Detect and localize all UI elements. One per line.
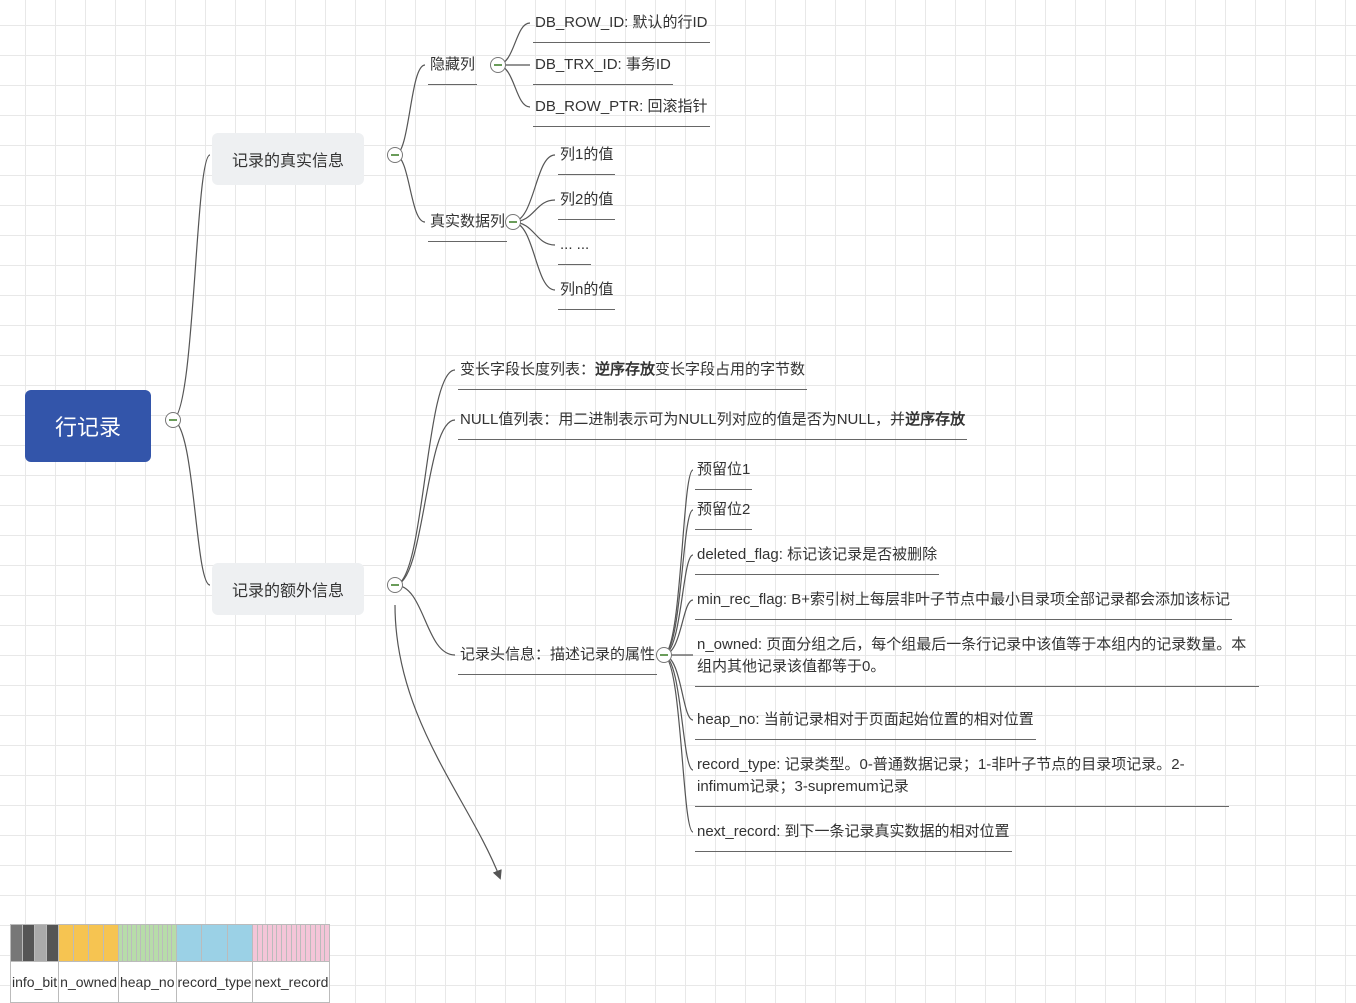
bit-cell <box>325 925 330 962</box>
leaf: 预留位2 <box>695 493 752 530</box>
toggle-icon[interactable] <box>387 577 403 593</box>
label-n-owned: n_owned <box>59 962 119 1003</box>
bit-cell <box>104 925 119 962</box>
node-real-info[interactable]: 记录的真实信息 <box>212 133 364 185</box>
toggle-icon[interactable] <box>165 412 181 428</box>
leaf: DB_TRX_ID: 事务ID <box>533 48 673 85</box>
label-info-bit: info_bit <box>11 962 59 1003</box>
bit-cell <box>176 925 202 962</box>
bit-cell <box>202 925 228 962</box>
leaf: ... ... <box>558 228 591 265</box>
leaf-nulllist: NULL值列表：用二进制表示可为NULL列对应的值是否为NULL，并逆序存放 <box>458 403 967 440</box>
bit-cell <box>11 925 23 962</box>
bit-cell <box>89 925 104 962</box>
leaf: n_owned: 页面分组之后，每个组最后一条行记录中该值等于本组内的记录数量。… <box>695 628 1259 687</box>
node-record-header[interactable]: 记录头信息：描述记录的属性 <box>458 638 657 675</box>
node-hidden-cols[interactable]: 隐藏列 <box>428 48 477 85</box>
toggle-icon[interactable] <box>505 214 521 230</box>
leaf: 列1的值 <box>558 138 615 175</box>
leaf: deleted_flag: 标记该记录是否被删除 <box>695 538 939 575</box>
leaf: next_record: 到下一条记录真实数据的相对位置 <box>695 815 1012 852</box>
leaf: min_rec_flag: B+索引树上每层非叶子节点中最小目录项全部记录都会添… <box>695 583 1232 620</box>
leaf: DB_ROW_ID: 默认的行ID <box>533 6 710 43</box>
node-extra-info[interactable]: 记录的额外信息 <box>212 563 364 615</box>
root-node[interactable]: 行记录 <box>25 390 151 462</box>
bit-cell <box>59 925 74 962</box>
leaf: record_type: 记录类型。0-普通数据记录；1-非叶子节点的目录项记录… <box>695 748 1229 807</box>
bit-cell <box>23 925 35 962</box>
leaf: heap_no: 当前记录相对于页面起始位置的相对位置 <box>695 703 1036 740</box>
label-heap-no: heap_no <box>118 962 176 1003</box>
bit-cell <box>74 925 89 962</box>
bit-layout-table: info_bit n_owned heap_no record_type nex… <box>10 924 330 1003</box>
leaf: 列n的值 <box>558 273 615 310</box>
leaf: 预留位1 <box>695 453 752 490</box>
toggle-icon[interactable] <box>490 57 506 73</box>
leaf-varlen: 变长字段长度列表：逆序存放变长字段占用的字节数 <box>458 353 807 390</box>
bit-cell <box>227 925 253 962</box>
toggle-icon[interactable] <box>387 147 403 163</box>
leaf: DB_ROW_PTR: 回滚指针 <box>533 90 710 127</box>
leaf: 列2的值 <box>558 183 615 220</box>
label-next-record: next_record <box>253 962 330 1003</box>
label-record-type: record_type <box>176 962 253 1003</box>
toggle-icon[interactable] <box>656 647 672 663</box>
bit-cell <box>35 925 47 962</box>
node-data-cols[interactable]: 真实数据列 <box>428 205 507 242</box>
bit-cell <box>47 925 59 962</box>
